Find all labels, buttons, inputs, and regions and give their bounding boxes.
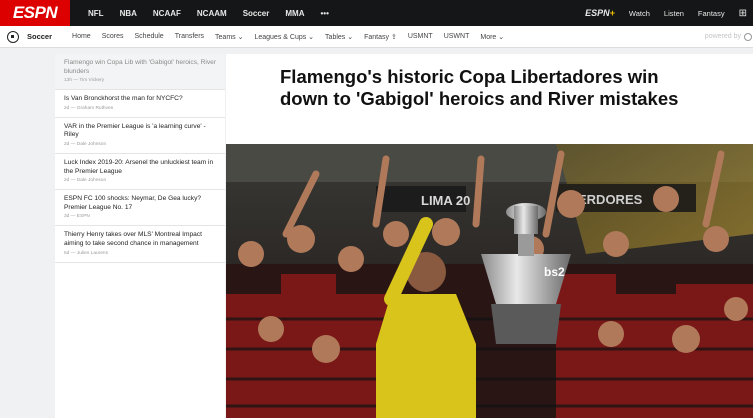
story-meta: 2d — Dale Johnson [64,141,107,147]
subnav-fantasy[interactable]: Fantasy ⇪ [364,33,397,41]
story-headline[interactable]: Flamengo win Copa Lib with 'Gabigol' her… [64,59,218,76]
section-links: Home Scores Schedule Transfers Teams ⌄ L… [72,33,515,41]
banner-text-right: ERDORES [578,192,643,207]
subnav-teams[interactable]: Teams ⌄ [215,33,243,41]
story-item[interactable]: Is Van Bronckhorst the man for NYCFC? 2d… [55,90,225,118]
story-item[interactable]: Flamengo win Copa Lib with 'Gabigol' her… [55,54,225,91]
story-item[interactable]: Luck Index 2019-20: Arsenel the unluckie… [55,154,225,191]
subnav-usmnt[interactable]: USMNT [408,33,433,40]
story-item[interactable]: ESPN FC 100 shocks: Neymar, De Gea lucky… [55,190,225,227]
article-main: Flamengo's historic Copa Libertadores wi… [226,54,753,418]
hero-photo: LIMA 20 ERDORES bs2 [226,144,753,418]
espn-plus-brand: ESPN [585,8,610,18]
listen-link[interactable]: Listen [664,9,684,18]
espn-plus-mark: + [609,8,615,18]
story-item[interactable]: VAR in the Premier League is 'a learning… [55,118,225,154]
section-title[interactable]: Soccer [27,32,52,41]
sponsor-logo-icon[interactable] [744,32,752,41]
story-meta: 2d — Graham Ruthven [64,105,114,111]
nav-ncaaf[interactable]: NCAAF [153,9,181,18]
subnav-schedule[interactable]: Schedule [135,33,164,40]
espn-plus-link[interactable]: ESPN+ [585,8,615,18]
subnav-uswnt[interactable]: USWNT [444,33,470,40]
fantasy-link[interactable]: Fantasy [698,9,725,18]
story-item[interactable]: Thierry Henry takes over MLS' Montreal I… [55,226,225,263]
subnav-tables[interactable]: Tables ⌄ [325,33,353,41]
subnav-more[interactable]: More ⌄ [480,33,504,41]
trophy-celebration-image: LIMA 20 ERDORES bs2 [226,144,753,418]
subnav-scores[interactable]: Scores [102,33,124,40]
top-nav-bar: ESPN NFL NBA NCAAF NCAAM Soccer MMA ••• … [0,0,753,26]
more-sports-icon[interactable]: ••• [320,9,328,18]
story-headline[interactable]: VAR in the Premier League is 'a learning… [64,123,218,140]
banner-text-left: LIMA 20 [421,193,470,208]
top-right-links: ESPN+ Watch Listen Fantasy ⊞ [578,0,753,26]
espn-logo[interactable]: ESPN [0,0,70,26]
story-meta: 3d — ESPN [64,214,90,220]
shirt-sponsor-text: bs2 [544,265,565,279]
powered-by-label: powered by [704,33,741,40]
story-meta: 2d — Dale Johnson [64,178,107,184]
subnav-leagues-cups[interactable]: Leagues & Cups ⌄ [254,33,314,41]
nav-mma[interactable]: MMA [285,9,304,18]
story-meta: 13h — Tim Vickery [64,78,105,84]
subnav-transfers[interactable]: Transfers [175,33,204,40]
powered-by: powered by [704,32,753,41]
subnav-home[interactable]: Home [72,33,91,40]
article-headline: Flamengo's historic Copa Libertadores wi… [280,66,679,109]
story-headline[interactable]: Is Van Bronckhorst the man for NYCFC? [64,95,218,104]
watch-link[interactable]: Watch [629,9,650,18]
story-headline[interactable]: Thierry Henry takes over MLS' Montreal I… [64,231,218,248]
soccer-subnav: Soccer Home Scores Schedule Transfers Te… [0,26,753,48]
story-headline[interactable]: ESPN FC 100 shocks: Neymar, De Gea lucky… [64,195,218,212]
story-headline[interactable]: Luck Index 2019-20: Arsenel the unluckie… [64,159,218,176]
nav-ncaam[interactable]: NCAAM [197,9,227,18]
apps-grid-icon[interactable]: ⊞ [739,8,747,19]
nav-nfl[interactable]: NFL [88,9,104,18]
story-sidebar: Flamengo win Copa Lib with 'Gabigol' her… [55,54,225,418]
sport-nav: NFL NBA NCAAF NCAAM Soccer MMA ••• [80,0,337,26]
story-meta: 5d — Julien Laurens [64,250,108,256]
nav-soccer[interactable]: Soccer [243,9,270,18]
nav-nba[interactable]: NBA [120,9,137,18]
soccer-ball-icon [7,30,19,43]
